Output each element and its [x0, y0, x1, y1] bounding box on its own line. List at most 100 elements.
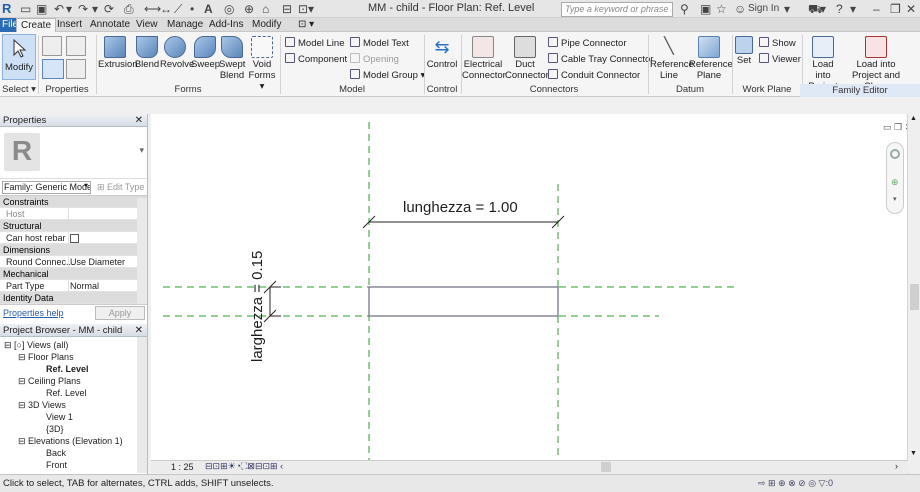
open-icon[interactable]: ▭: [20, 2, 31, 16]
view-scale[interactable]: 1 : 25: [171, 462, 194, 472]
category-dimensions[interactable]: Dimensions«: [0, 244, 147, 256]
tree-node-front[interactable]: Front: [46, 460, 67, 471]
user-icon[interactable]: ☺: [734, 2, 746, 16]
tree-node-ceiling-plans[interactable]: ⊟ Ceiling Plans: [18, 376, 81, 387]
zoom-icon[interactable]: ⊕: [891, 177, 899, 188]
tree-node-back[interactable]: Back: [46, 448, 66, 459]
section-icon[interactable]: ⊕: [244, 2, 254, 16]
text-icon[interactable]: •: [190, 2, 194, 16]
sign-in-dropdown-icon[interactable]: ▾: [784, 2, 790, 16]
save-icon[interactable]: ▣: [36, 2, 47, 16]
sync-icon[interactable]: ⟳: [104, 2, 114, 16]
redo-dropdown-icon[interactable]: ▾: [92, 2, 98, 16]
property-round-connector[interactable]: Round Connec... Use Diameter: [0, 256, 147, 268]
print-icon[interactable]: ⎙: [124, 2, 134, 16]
extrusion-button[interactable]: Extrusion: [98, 36, 138, 70]
zoom-dropdown-icon[interactable]: ▾: [893, 195, 897, 203]
scroll-right-icon[interactable]: ›: [895, 461, 898, 471]
properties-icon[interactable]: [42, 59, 64, 79]
properties-scrollbar[interactable]: [137, 198, 147, 304]
view-control-icons[interactable]: ⊟⊡⊞☀◔⛶⊠⊟⊡⊞ ‹: [205, 461, 283, 472]
subscription-icon[interactable]: ▣: [700, 2, 711, 16]
tab-modify[interactable]: Modify: [248, 18, 285, 32]
star-icon[interactable]: ☆: [716, 2, 727, 16]
duct-connector-button[interactable]: Duct Connector: [505, 36, 549, 81]
reference-plane-button[interactable]: Reference Plane: [689, 36, 733, 81]
length-dimension-label[interactable]: lunghezza = 1.00: [403, 199, 518, 216]
text-annotation-icon[interactable]: A: [204, 2, 213, 16]
pipe-connector-button[interactable]: Pipe Connector: [548, 37, 626, 49]
undo-icon[interactable]: ↶: [54, 2, 64, 16]
redo-icon[interactable]: ↷: [78, 2, 88, 16]
electrical-connector-button[interactable]: Electrical Connector: [462, 36, 506, 81]
apply-button[interactable]: Apply: [95, 306, 145, 320]
tag-icon[interactable]: ⟋: [174, 2, 182, 16]
switch-windows-icon[interactable]: ⊟: [282, 2, 292, 16]
swept-blend-button[interactable]: Swept Blend: [219, 36, 245, 81]
tree-node-floor-plans[interactable]: ⊟ Floor Plans: [18, 352, 74, 363]
close-properties-icon[interactable]: ✕: [135, 114, 143, 127]
category-constraints[interactable]: Constraints«: [0, 196, 147, 208]
scroll-up-icon[interactable]: ▲: [910, 115, 917, 122]
measure-icon[interactable]: ⟷: [144, 2, 161, 16]
category-structural[interactable]: Structural«: [0, 220, 147, 232]
steering-wheel-icon[interactable]: [890, 149, 900, 159]
scroll-down-icon[interactable]: ▼: [910, 450, 917, 457]
select-panel-label[interactable]: Select ▾: [2, 84, 36, 95]
property-host[interactable]: Host: [0, 208, 147, 220]
qat-dropdown-icon[interactable]: ⊡▾: [298, 2, 314, 16]
dimension-icon[interactable]: ↔: [160, 2, 172, 16]
component-button[interactable]: Component: [285, 53, 347, 65]
family-types-icon[interactable]: [66, 36, 86, 56]
binoculars-icon[interactable]: ⚲: [680, 2, 689, 16]
help-dropdown-icon[interactable]: ▾: [850, 2, 856, 16]
thin-lines-icon[interactable]: ⌂: [262, 2, 269, 16]
work-plane-viewer-button[interactable]: Viewer: [759, 53, 801, 65]
set-work-plane-button[interactable]: Set: [733, 36, 755, 66]
type-selector-dropdown-icon[interactable]: ▾: [139, 145, 144, 156]
model-group-button[interactable]: Model Group ▾: [350, 69, 425, 81]
view-minimize-icon[interactable]: ▭: [883, 122, 892, 132]
close-project-browser-icon[interactable]: ✕: [135, 324, 143, 337]
model-text-button[interactable]: Model Text: [350, 37, 409, 49]
blend-button[interactable]: Blend: [134, 36, 160, 70]
selection-settings-icons[interactable]: ⇨ ⊞ ⊕ ⊗ ⊘ ◎ ▽:0: [758, 475, 833, 492]
tab-create[interactable]: Create: [16, 18, 57, 33]
3d-view-icon[interactable]: ◎: [224, 2, 234, 16]
restore-icon[interactable]: ❐: [890, 2, 901, 16]
conduit-connector-button[interactable]: Conduit Connector: [548, 69, 640, 81]
sign-in-link[interactable]: Sign In: [748, 2, 779, 16]
search-input[interactable]: Type a keyword or phrase: [561, 2, 673, 17]
opening-button[interactable]: Opening: [350, 53, 399, 65]
sweep-button[interactable]: Sweep: [191, 36, 220, 70]
tab-view[interactable]: View: [132, 18, 162, 32]
view-restore-icon[interactable]: ❐: [894, 122, 902, 132]
reference-line-button[interactable]: ╲ Reference Line: [650, 36, 694, 81]
minimize-icon[interactable]: –: [873, 2, 880, 16]
family-category-icon[interactable]: [42, 36, 62, 56]
property-can-host-rebar[interactable]: Can host rebar: [0, 232, 147, 244]
revolve-button[interactable]: Revolve: [160, 36, 194, 70]
tree-node-views-all[interactable]: ⊟ [○] Views (all): [4, 340, 68, 351]
edit-type-button[interactable]: ⊞ Edit Type: [97, 182, 144, 193]
control-button[interactable]: ⇆ Control: [426, 36, 458, 70]
can-host-rebar-checkbox[interactable]: [70, 234, 79, 243]
type-properties-icon[interactable]: [66, 59, 86, 79]
horizontal-scroll-thumb[interactable]: [601, 462, 611, 472]
tree-node-elevations[interactable]: ⊟ Elevations (Elevation 1): [18, 436, 123, 447]
close-icon[interactable]: ✕: [906, 2, 916, 16]
category-identity-data[interactable]: Identity Data«: [0, 292, 147, 304]
type-selector[interactable]: R ▾: [0, 127, 147, 179]
category-mechanical[interactable]: Mechanical«: [0, 268, 147, 280]
tab-annotate[interactable]: Annotate: [86, 18, 134, 32]
canvas-vertical-scrollbar[interactable]: ▲ ▼: [907, 114, 920, 474]
cable-tray-connector-button[interactable]: Cable Tray Connector: [548, 53, 653, 65]
tab-manage[interactable]: Manage: [163, 18, 207, 32]
show-work-plane-button[interactable]: Show: [759, 37, 796, 49]
tree-node-view-1[interactable]: View 1: [46, 412, 73, 423]
revit-app-icon[interactable]: R: [2, 2, 11, 16]
properties-help-link[interactable]: Properties help: [3, 308, 64, 318]
tree-node-floor-plan-ref-level[interactable]: Ref. Level: [46, 364, 89, 375]
family-selector[interactable]: Family: Generic Mode: [2, 181, 91, 194]
cart-dropdown-icon[interactable]: ▾: [820, 2, 826, 16]
